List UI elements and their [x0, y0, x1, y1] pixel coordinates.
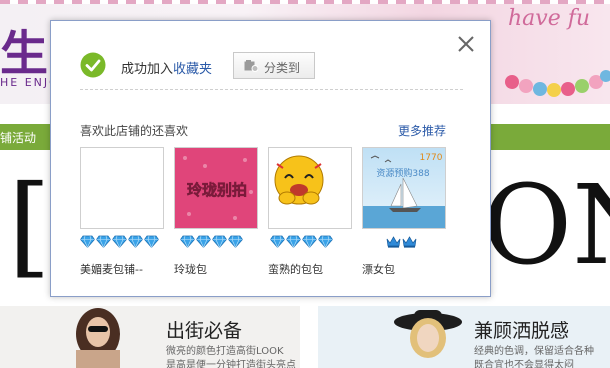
shop-name[interactable]: 美媚麦包铺--: [80, 261, 143, 277]
model-photo-left: [76, 308, 120, 368]
blue-diamond-icon: [228, 235, 243, 248]
blue-diamond-icon: [112, 235, 127, 248]
banner-letter-left: [: [8, 161, 51, 289]
blue-diamond-icon: [286, 235, 301, 248]
favorite-added-dialog: 成功加入收藏夹 分类到 喜欢此店铺的还喜欢 更多推荐 美媚麦包铺-- 玲珑别拍: [50, 20, 491, 297]
promo-left-line1: 微亮的颜色打造高街LOOK: [166, 346, 284, 357]
thumbnail-number: 1770: [420, 153, 443, 163]
blue-diamond-icon: [318, 235, 333, 248]
blue-diamond-icon: [212, 235, 227, 248]
bead-bracelet-image: [505, 70, 610, 97]
shop-name[interactable]: 蛮熟的包包: [268, 261, 323, 277]
shop-name[interactable]: 玲珑包: [174, 261, 207, 277]
blue-diamond-icon: [270, 235, 285, 248]
close-icon[interactable]: [455, 33, 477, 55]
banner-border: [0, 0, 610, 4]
shop-thumbnail[interactable]: [80, 147, 164, 229]
more-recommendations-link[interactable]: 更多推荐: [398, 122, 446, 139]
promo-block-right[interactable]: 兼顾洒脱感 经典的色调，保留适合各种 既合宜也不会显得太闷: [318, 306, 610, 368]
promo-right-line1: 经典的色调，保留适合各种: [474, 346, 594, 357]
promo-right-line2: 既合宜也不会显得太闷: [474, 360, 574, 368]
model-photo-right: [394, 310, 462, 358]
shop-logo-image: 玲珑别拍: [175, 148, 257, 228]
blue-diamond-icon: [80, 235, 95, 248]
blue-diamond-icon: [180, 235, 195, 248]
promo-block-left[interactable]: 出街必备 微亮的颜色打造高街LOOK 是高是便一分钟打造街头亮点: [0, 306, 300, 368]
shop-thumbnail[interactable]: [268, 147, 352, 229]
shop-logo-text: 玲珑别拍: [187, 181, 247, 199]
thumbnail-caption: 资源预购388: [376, 167, 429, 179]
blue-diamond-icon: [144, 235, 159, 248]
banner-script-text: have fu: [508, 6, 591, 31]
categorize-button-label: 分类到: [264, 61, 301, 75]
categorize-button[interactable]: 分类到: [233, 52, 315, 79]
blue-diamond-icon: [302, 235, 317, 248]
shop-rating: [270, 235, 334, 249]
shop-rating: [386, 235, 418, 249]
folder-tag-icon: [244, 60, 258, 72]
blue-diamond-icon: [196, 235, 211, 248]
recommend-title: 喜欢此店铺的还喜欢: [80, 124, 189, 138]
shop-name[interactable]: 漂女包: [362, 261, 395, 277]
shop-logo: 生: [0, 26, 49, 82]
section-divider: [80, 89, 463, 90]
success-check-icon: [80, 52, 106, 78]
smiley-emoticon-image: [274, 155, 324, 205]
sailboat-image: 1770 资源预购388: [363, 148, 445, 228]
blue-crown-icon: [402, 236, 417, 248]
success-prefix: 成功加入: [121, 62, 174, 77]
shop-thumbnail[interactable]: 玲珑别拍: [174, 147, 258, 229]
shop-rating: [180, 235, 244, 249]
blue-diamond-icon: [128, 235, 143, 248]
promo-left-title: 出街必备: [166, 320, 243, 342]
banner-letters-right: ON: [482, 161, 610, 289]
promo-left-line2: 是高是便一分钟打造街头亮点: [166, 360, 296, 368]
favorites-link[interactable]: 收藏夹: [173, 62, 212, 77]
shop-thumbnail[interactable]: 1770 资源预购388: [362, 147, 446, 229]
blue-diamond-icon: [96, 235, 111, 248]
promo-right-title: 兼顾洒脱感: [474, 320, 570, 342]
shop-rating: [80, 235, 160, 249]
success-message: 成功加入收藏夹: [121, 58, 212, 77]
nav-item-shop-activity[interactable]: 铺活动: [0, 129, 36, 146]
blue-crown-icon: [386, 236, 401, 248]
